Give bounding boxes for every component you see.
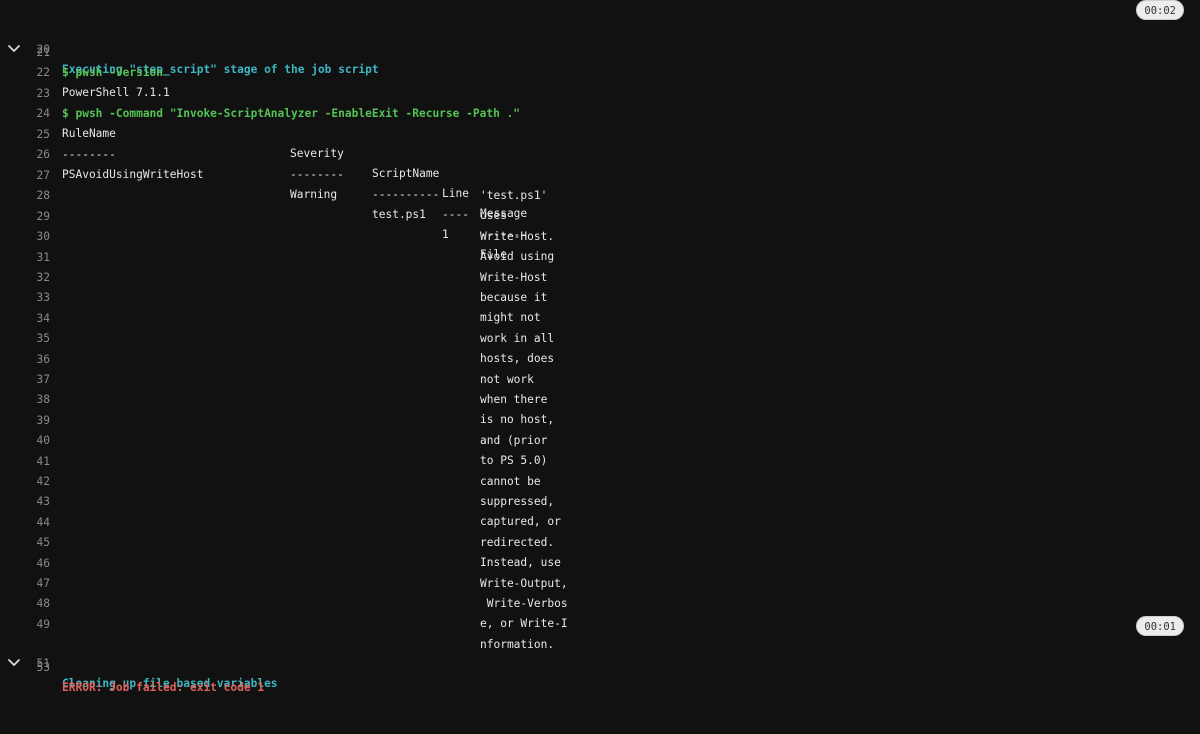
message-continuation-line: 45 Instead, use (0, 513, 1200, 569)
message-continuation-line: 36 not work (0, 330, 1200, 386)
message-continuation-line: 48 e, or Write-I (0, 574, 1200, 630)
message-continuation-line: 38 is no host, (0, 370, 1200, 426)
chevron-down-icon[interactable] (6, 615, 22, 666)
message-continuation-line: 41 cannot be (0, 432, 1200, 488)
line-number[interactable]: 53 (28, 658, 50, 678)
message-continuation-line: 37 when there (0, 350, 1200, 406)
message-continuation-line: 47 Write-Verbos (0, 554, 1200, 610)
log-line: 53 ERROR: Job failed: exit code 1 (0, 638, 1200, 694)
message-continuation-line: 28 uses (0, 166, 1200, 222)
message-continuation-line: 44 redirected. (0, 493, 1200, 549)
message-continuation-line: 42 suppressed, (0, 452, 1200, 508)
message-continuation-line: 27 'test.ps1' (0, 146, 1200, 202)
message-continuation-line: 34 work in all (0, 289, 1200, 345)
section-header-cleanup[interactable]: 51 Cleaning up file based variables 00:0… (0, 614, 1200, 690)
message-continuation-line: 30 Avoid using (0, 207, 1200, 263)
table-row: 26 PSAvoidUsingWriteHost Warning test.ps… (0, 125, 1200, 261)
table-header-row: 24 RuleName Severity ScriptName Line Mes… (0, 84, 1200, 220)
message-continuation-line: 46 Write-Output, (0, 534, 1200, 590)
message-continuation-line: 29 Write-Host. (0, 187, 1200, 243)
message-continuation-line: 43 captured, or (0, 472, 1200, 528)
table-separator-row: 25 -------- -------- ---------- ---- ---… (0, 105, 1200, 241)
duration-badge: 00:02 (1136, 0, 1184, 20)
message-continuation-line: 33 might not (0, 268, 1200, 324)
section-header-step-script[interactable]: 20 Executing "step_script" stage of the … (0, 0, 1200, 76)
chevron-down-icon[interactable] (6, 1, 22, 52)
error-message: ERROR: Job failed: exit code 1 (62, 681, 265, 694)
message-continuation-line: 35 hosts, does (0, 309, 1200, 365)
log-line: 23 $ pwsh -Command "Invoke-ScriptAnalyze… (0, 64, 1200, 120)
log-line: 21 $ pwsh -Version (0, 23, 1200, 79)
message-continuation-line: 49 nformation. (0, 595, 1200, 651)
message-continuation-line: 31 Write-Host (0, 228, 1200, 284)
message-continuation-line: 40 to PS 5.0) (0, 411, 1200, 467)
message-continuation-line: 32 because it (0, 248, 1200, 304)
duration-badge: 00:01 (1136, 616, 1184, 636)
log-line: 22 PowerShell 7.1.1 (0, 43, 1200, 99)
message-continuation-line: 39 and (prior (0, 391, 1200, 447)
